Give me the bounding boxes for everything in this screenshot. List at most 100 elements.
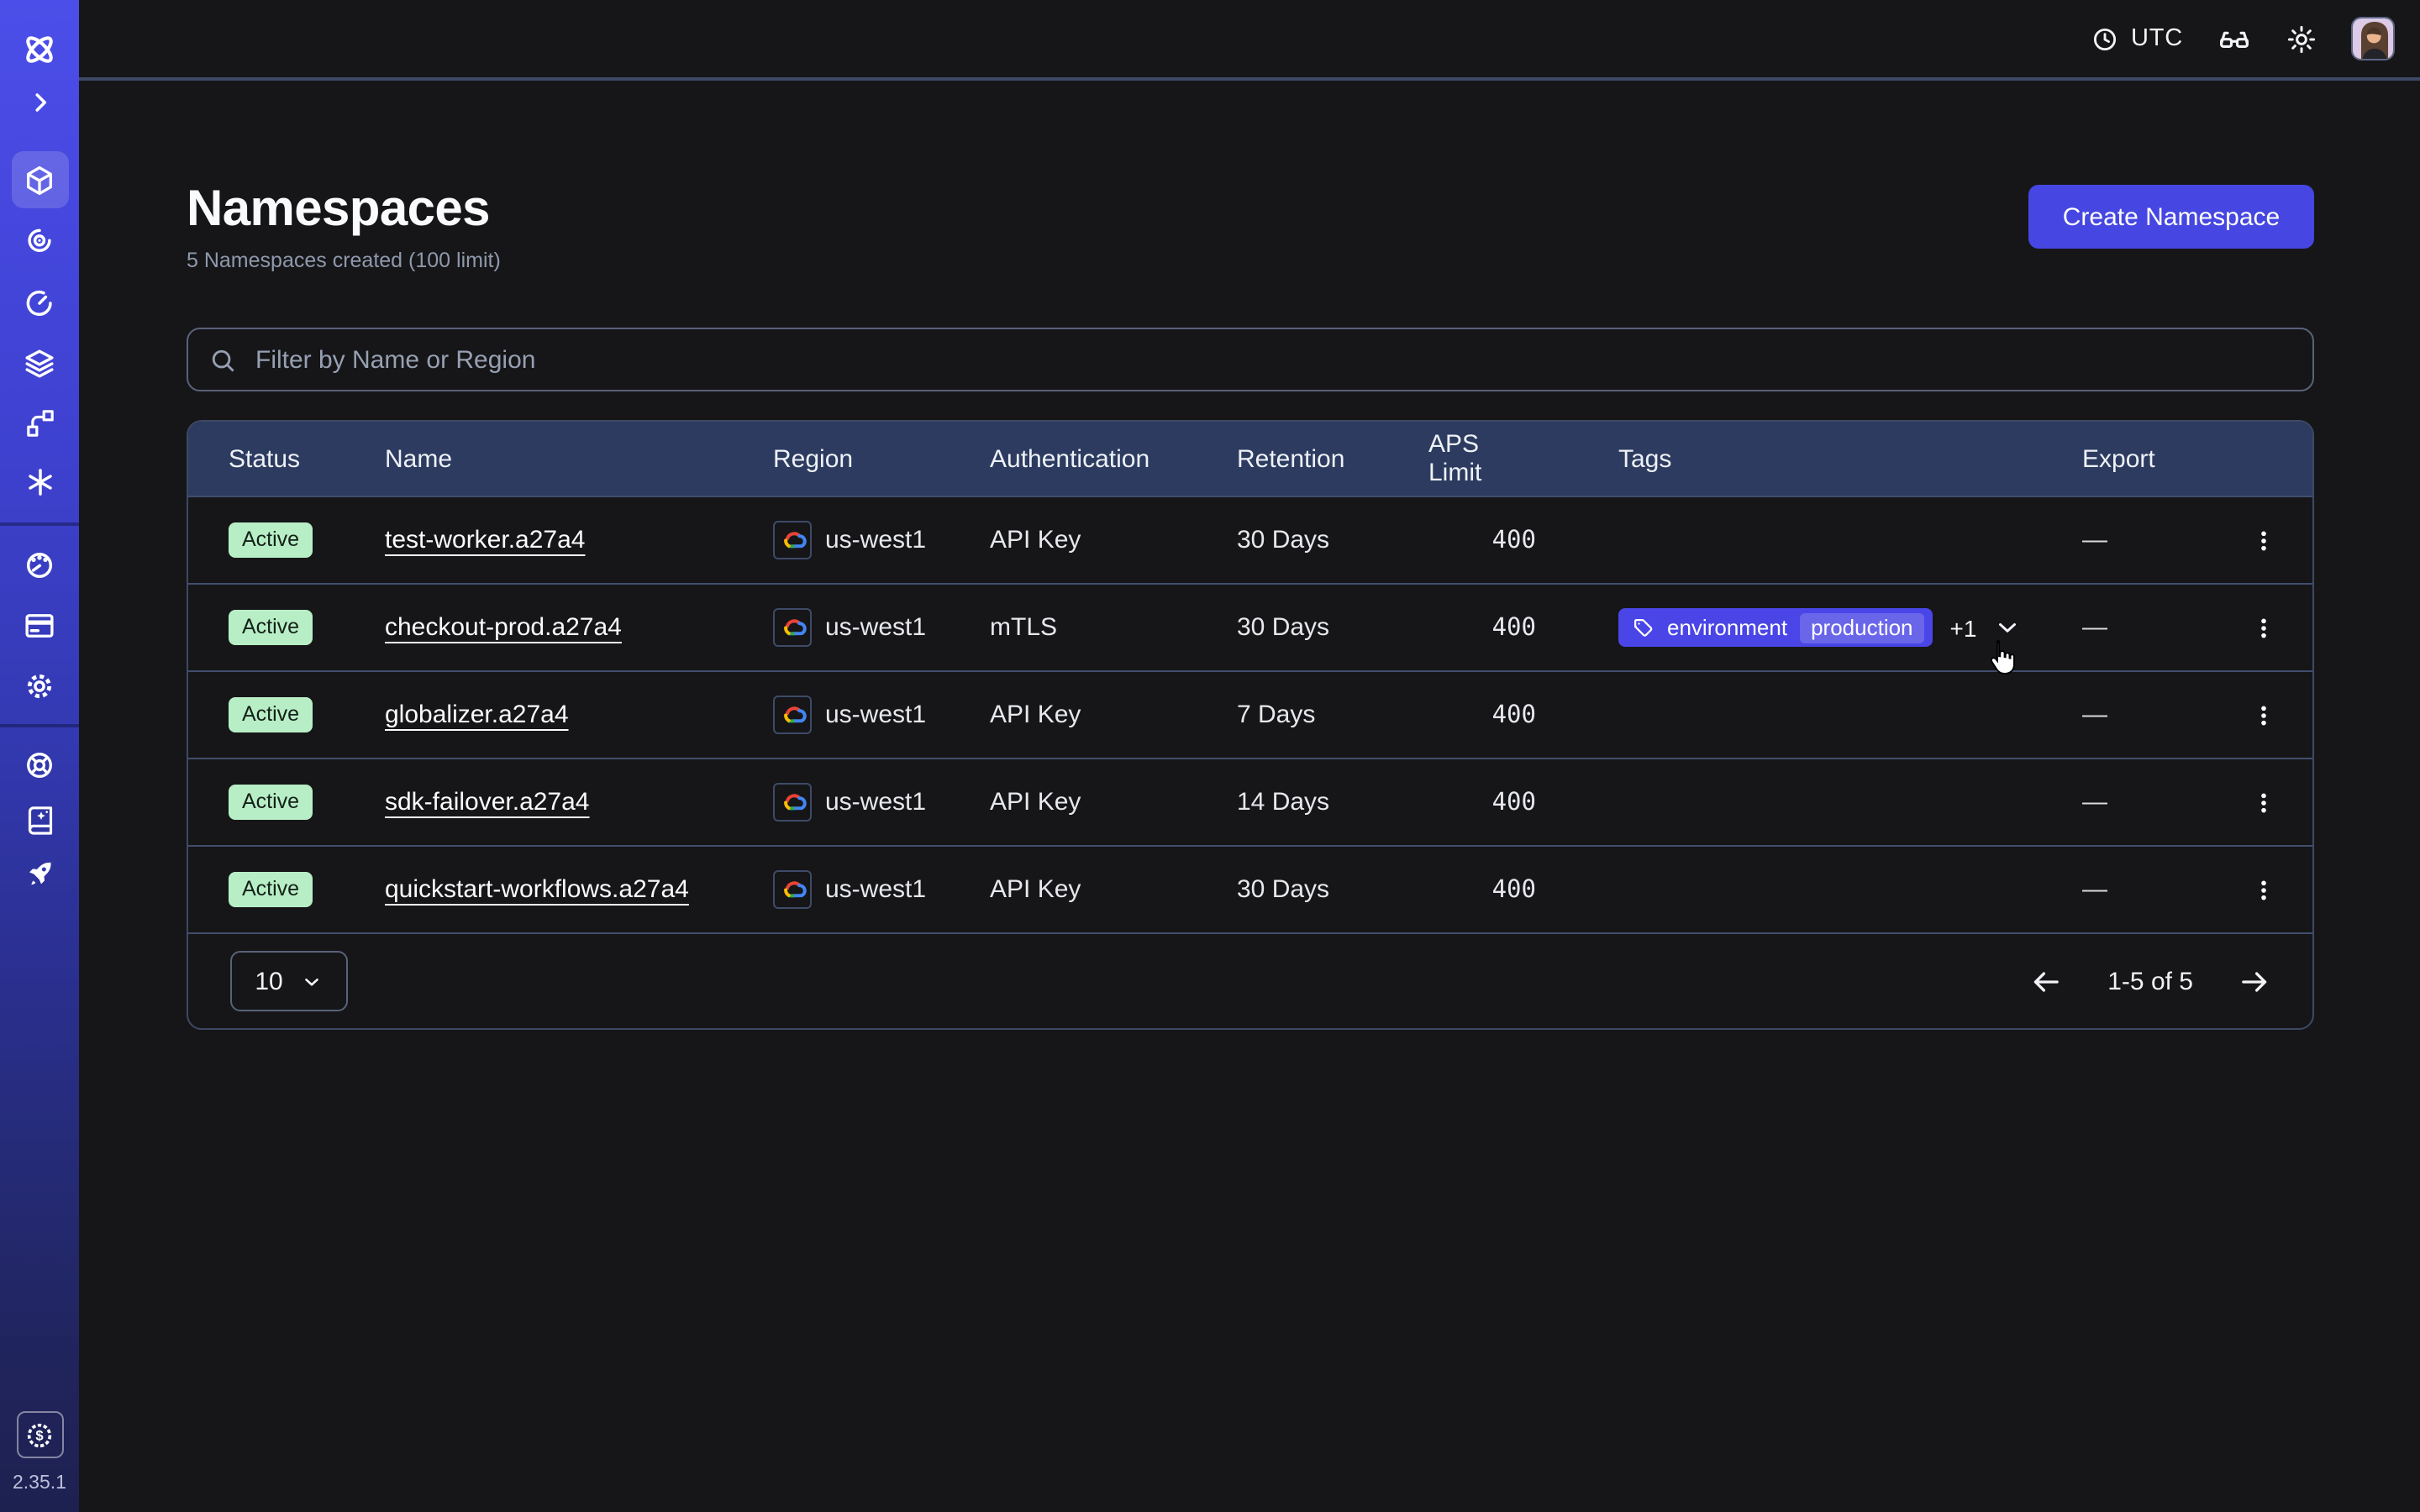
aps-limit-cell: 400 bbox=[1492, 614, 1560, 641]
row-actions-menu[interactable] bbox=[2244, 518, 2284, 562]
tag-more-count: +1 bbox=[1950, 614, 1977, 641]
kebab-menu-icon bbox=[2250, 787, 2277, 817]
row-actions-menu[interactable] bbox=[2244, 868, 2284, 911]
glasses-icon bbox=[2217, 21, 2252, 56]
sidebar-item-workflows[interactable] bbox=[11, 212, 68, 269]
tag-key: environment bbox=[1667, 615, 1787, 640]
svg-text:$: $ bbox=[35, 1427, 43, 1443]
namespace-link[interactable]: globalizer.a27a4 bbox=[385, 701, 569, 729]
table-header-row: Status Name Region Authentication Retent… bbox=[188, 422, 2312, 496]
accessibility-toggle[interactable] bbox=[2217, 21, 2252, 56]
timer-icon bbox=[22, 285, 57, 320]
table-row: Active globalizer.a27a4 us-west1 API Key… bbox=[188, 670, 2312, 758]
tag-pill[interactable]: environment production bbox=[1618, 608, 1933, 647]
col-header-authentication: Authentication bbox=[990, 444, 1237, 473]
region-label: us-west1 bbox=[825, 613, 926, 642]
status-badge: Active bbox=[229, 522, 313, 558]
main-content: Namespaces 5 Namespaces created (100 lim… bbox=[79, 81, 2420, 1512]
filter-input[interactable] bbox=[252, 344, 2292, 375]
table-row: Active checkout-prod.a27a4 us-west1 mTLS… bbox=[188, 583, 2312, 670]
table-body: Active test-worker.a27a4 us-west1 API Ke… bbox=[188, 496, 2312, 932]
gcp-cloud-icon bbox=[773, 870, 812, 909]
create-namespace-button[interactable]: Create Namespace bbox=[2028, 185, 2314, 249]
layers-icon bbox=[22, 345, 57, 381]
avatar[interactable] bbox=[2351, 17, 2395, 60]
sidebar-item-namespaces[interactable] bbox=[11, 151, 68, 208]
export-cell: — bbox=[2069, 788, 2215, 816]
page-subtitle: 5 Namespaces created (100 limit) bbox=[187, 249, 501, 272]
book-sparkle-icon bbox=[23, 803, 56, 837]
status-badge: Active bbox=[229, 696, 313, 732]
region-label: us-west1 bbox=[825, 875, 926, 904]
clock-icon bbox=[2091, 24, 2119, 53]
namespace-link[interactable]: quickstart-workflows.a27a4 bbox=[385, 875, 689, 904]
app-root: $ 2.35.1 UTC bbox=[0, 0, 2420, 1512]
dollar-badge-icon: $ bbox=[24, 1419, 55, 1451]
tag-expand-chevron-icon[interactable] bbox=[1993, 613, 2022, 642]
page-size-value: 10 bbox=[255, 967, 282, 995]
chevron-right-icon bbox=[24, 87, 55, 118]
app-version: 2.35.1 bbox=[0, 1473, 79, 1494]
authentication-cell: API Key bbox=[990, 701, 1237, 729]
authentication-cell: API Key bbox=[990, 526, 1237, 554]
spiral-eye-icon bbox=[22, 223, 57, 258]
sidebar-item-schedules[interactable] bbox=[11, 274, 68, 331]
sun-icon bbox=[2286, 23, 2317, 55]
sidebar: $ 2.35.1 bbox=[0, 0, 79, 1512]
tag-icon bbox=[1632, 616, 1655, 639]
timezone-selector[interactable]: UTC bbox=[2091, 24, 2183, 53]
retention-cell: 30 Days bbox=[1237, 875, 1428, 904]
tag-group: environment production +1 bbox=[1618, 608, 2069, 647]
search-icon bbox=[208, 345, 237, 374]
sidebar-item-usage[interactable] bbox=[11, 536, 68, 593]
namespaces-table: Status Name Region Authentication Retent… bbox=[187, 420, 2314, 1030]
table-row: Active sdk-failover.a27a4 us-west1 API K… bbox=[188, 758, 2312, 845]
sidebar-item-billing[interactable] bbox=[11, 596, 68, 654]
col-header-aps-limit: APS Limit bbox=[1428, 430, 1560, 487]
credits-button[interactable]: $ bbox=[16, 1411, 63, 1458]
aps-limit-cell: 400 bbox=[1492, 789, 1560, 816]
lifebuoy-icon bbox=[22, 747, 57, 782]
export-cell: — bbox=[2069, 701, 2215, 729]
sidebar-item-getting-started[interactable] bbox=[11, 845, 68, 902]
sidebar-item-support[interactable] bbox=[11, 736, 68, 793]
namespace-link[interactable]: checkout-prod.a27a4 bbox=[385, 613, 622, 642]
gauge-icon bbox=[22, 547, 57, 582]
tag-value: production bbox=[1799, 612, 1924, 643]
page-title: Namespaces bbox=[187, 181, 501, 237]
gcp-cloud-icon bbox=[773, 608, 812, 647]
row-actions-menu[interactable] bbox=[2244, 780, 2284, 824]
sidebar-collapse-button[interactable] bbox=[11, 74, 68, 131]
sidebar-item-nexus[interactable] bbox=[11, 394, 68, 451]
sidebar-item-settings[interactable] bbox=[11, 657, 68, 714]
pagination-range: 1-5 of 5 bbox=[2107, 967, 2193, 995]
sidebar-item-deployments[interactable] bbox=[11, 334, 68, 391]
page-size-select[interactable]: 10 bbox=[230, 951, 348, 1011]
namespace-link[interactable]: sdk-failover.a27a4 bbox=[385, 788, 590, 816]
retention-cell: 14 Days bbox=[1237, 788, 1428, 816]
region-label: us-west1 bbox=[825, 701, 926, 729]
gcp-cloud-icon bbox=[773, 521, 812, 559]
theme-toggle[interactable] bbox=[2286, 23, 2317, 55]
export-cell: — bbox=[2069, 526, 2215, 554]
table-row: Active quickstart-workflows.a27a4 us-wes… bbox=[188, 845, 2312, 932]
previous-page-button[interactable] bbox=[2028, 963, 2064, 999]
aps-limit-cell: 400 bbox=[1492, 527, 1560, 554]
next-page-button[interactable] bbox=[2237, 963, 2272, 999]
col-header-retention: Retention bbox=[1237, 444, 1428, 473]
filter-bar bbox=[187, 328, 2314, 391]
temporal-logo-icon[interactable] bbox=[11, 20, 68, 77]
topbar: UTC bbox=[79, 0, 2420, 81]
export-cell: — bbox=[2069, 875, 2215, 904]
row-actions-menu[interactable] bbox=[2244, 606, 2284, 649]
namespace-link[interactable]: test-worker.a27a4 bbox=[385, 526, 585, 554]
gcp-cloud-icon bbox=[773, 696, 812, 734]
sidebar-item-docs[interactable] bbox=[11, 791, 68, 848]
col-header-status: Status bbox=[188, 444, 385, 473]
col-header-region: Region bbox=[773, 444, 990, 473]
retention-cell: 30 Days bbox=[1237, 613, 1428, 642]
row-actions-menu[interactable] bbox=[2244, 693, 2284, 737]
sidebar-item-connectivity[interactable] bbox=[11, 454, 68, 511]
kebab-menu-icon bbox=[2250, 700, 2277, 730]
rocket-icon bbox=[23, 857, 56, 890]
